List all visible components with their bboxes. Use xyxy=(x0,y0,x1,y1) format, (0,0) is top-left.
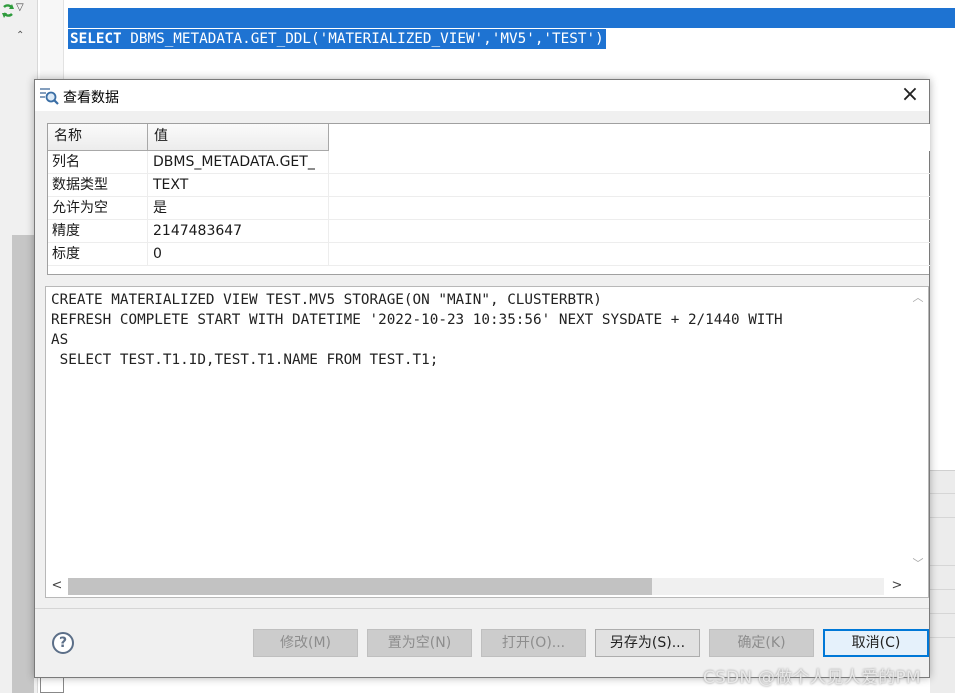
scroll-track[interactable] xyxy=(68,578,884,595)
refresh-icon[interactable] xyxy=(1,3,15,19)
dialog-title: 查看数据 xyxy=(63,90,119,106)
open-button[interactable]: 打开(O)... xyxy=(481,629,586,657)
scroll-right-icon[interactable]: > xyxy=(888,577,906,595)
row-value: DBMS_METADATA.GET_ xyxy=(148,151,329,174)
sql-keyword: SELECT xyxy=(70,31,122,47)
row-value: 0 xyxy=(148,243,329,266)
row-label: 数据类型 xyxy=(48,174,148,197)
close-icon: × xyxy=(900,82,920,107)
table-row[interactable]: 标度 0 xyxy=(48,243,930,266)
cancel-button[interactable]: 取消(C) xyxy=(823,629,929,657)
right-side-panel xyxy=(930,470,955,693)
scroll-left-icon[interactable]: < xyxy=(48,577,66,595)
left-toolbar-strip: ▽ ⌃ xyxy=(0,0,38,693)
ddl-text[interactable]: CREATE MATERIALIZED VIEW TEST.MV5 STORAG… xyxy=(51,290,906,570)
table-row[interactable]: 数据类型 TEXT xyxy=(48,174,930,197)
close-button[interactable]: × xyxy=(893,82,927,110)
row-label: 标度 xyxy=(48,243,148,266)
watermark: CSDN @做个人见人爱的PM xyxy=(703,668,921,688)
editor-bottom-cell xyxy=(40,676,64,693)
modify-button[interactable]: 修改(M) xyxy=(253,629,358,657)
view-data-dialog: 查看数据 × 名称 值 列名 DBMS_METADATA.GET_ 数据类型 T… xyxy=(34,79,930,678)
side-scrollbar[interactable] xyxy=(12,235,34,693)
column-header-value[interactable]: 值 xyxy=(148,124,329,151)
column-header-name[interactable]: 名称 xyxy=(48,124,148,151)
ok-button[interactable]: 确定(K) xyxy=(709,629,814,657)
row-value: 是 xyxy=(148,197,329,220)
row-value: TEXT xyxy=(148,174,329,197)
row-value: 2147483647 xyxy=(148,220,329,243)
table-row[interactable]: 精度 2147483647 xyxy=(48,220,930,243)
dialog-titlebar[interactable]: 查看数据 × xyxy=(35,80,929,111)
vertical-scrollbar[interactable]: ︿ ﹀ xyxy=(908,287,928,577)
table-row[interactable]: 列名 DBMS_METADATA.GET_ xyxy=(48,151,930,174)
row-label: 允许为空 xyxy=(48,197,148,220)
selection-highlight xyxy=(68,8,955,28)
row-label: 精度 xyxy=(48,220,148,243)
sql-text: DBMS_METADATA.GET_DDL('MATERIALIZED_VIEW… xyxy=(121,31,604,47)
table-header: 名称 值 xyxy=(48,124,930,151)
sql-editor-line[interactable]: SELECT DBMS_METADATA.GET_DDL('MATERIALIZ… xyxy=(68,29,606,49)
footer-divider xyxy=(35,608,929,609)
table-row[interactable]: 允许为空 是 xyxy=(48,197,930,220)
scroll-thumb[interactable] xyxy=(68,578,652,595)
ddl-text-area[interactable]: CREATE MATERIALIZED VIEW TEST.MV5 STORAG… xyxy=(45,286,929,598)
scroll-down-icon[interactable]: ﹀ xyxy=(908,555,928,573)
row-label: 列名 xyxy=(48,151,148,174)
save-as-button[interactable]: 另存为(S)... xyxy=(595,629,700,657)
horizontal-scrollbar[interactable]: < > xyxy=(46,576,908,597)
property-table: 名称 值 列名 DBMS_METADATA.GET_ 数据类型 TEXT 允许为… xyxy=(47,123,930,275)
caret-up-icon[interactable]: ⌃ xyxy=(16,30,24,41)
set-null-button[interactable]: 置为空(N) xyxy=(367,629,472,657)
scroll-up-icon[interactable]: ︿ xyxy=(908,289,928,307)
chevron-down-icon[interactable]: ▽ xyxy=(16,2,24,13)
help-icon[interactable]: ? xyxy=(52,632,74,654)
view-data-icon xyxy=(40,88,59,105)
